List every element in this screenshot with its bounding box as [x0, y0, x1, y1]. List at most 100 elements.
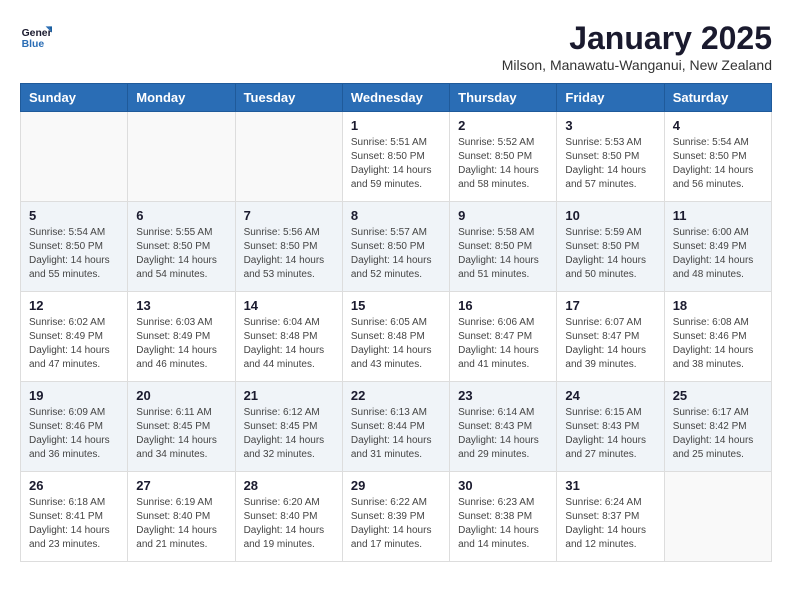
calendar-cell: 4 Sunrise: 5:54 AM Sunset: 8:50 PM Daylig… [664, 112, 771, 202]
day-number: 6 [136, 208, 226, 223]
calendar-cell: 19 Sunrise: 6:09 AM Sunset: 8:46 PM Dayli… [21, 382, 128, 472]
logo: General Blue [20, 20, 52, 52]
weekday-header-saturday: Saturday [664, 84, 771, 112]
calendar-cell: 17 Sunrise: 6:07 AM Sunset: 8:47 PM Dayli… [557, 292, 664, 382]
day-info: Sunrise: 5:51 AM Sunset: 8:50 PM Dayligh… [351, 136, 441, 192]
calendar-cell: 15 Sunrise: 6:05 AM Sunset: 8:48 PM Dayli… [342, 292, 449, 382]
location-subtitle: Milson, Manawatu-Wanganui, New Zealand [502, 57, 772, 73]
day-info: Sunrise: 5:53 AM Sunset: 8:50 PM Dayligh… [565, 136, 655, 192]
day-info: Sunrise: 5:54 AM Sunset: 8:50 PM Dayligh… [29, 226, 119, 282]
day-info: Sunrise: 6:07 AM Sunset: 8:47 PM Dayligh… [565, 316, 655, 372]
day-number: 1 [351, 118, 441, 133]
day-info: Sunrise: 6:24 AM Sunset: 8:37 PM Dayligh… [565, 496, 655, 552]
calendar-cell: 12 Sunrise: 6:02 AM Sunset: 8:49 PM Dayli… [21, 292, 128, 382]
calendar-cell: 13 Sunrise: 6:03 AM Sunset: 8:49 PM Dayli… [128, 292, 235, 382]
calendar-week-row: 26 Sunrise: 6:18 AM Sunset: 8:41 PM Dayli… [21, 472, 772, 562]
day-number: 2 [458, 118, 548, 133]
day-number: 24 [565, 388, 655, 403]
day-info: Sunrise: 5:56 AM Sunset: 8:50 PM Dayligh… [244, 226, 334, 282]
calendar-cell: 30Sunrise: 6:23 AM Sunset: 8:38 PM Dayli… [450, 472, 557, 562]
day-info: Sunrise: 5:54 AM Sunset: 8:50 PM Dayligh… [673, 136, 763, 192]
page-header: General Blue January 2025 Milson, Manawa… [20, 20, 772, 73]
day-info: Sunrise: 6:19 AM Sunset: 8:40 PM Dayligh… [136, 496, 226, 552]
day-info: Sunrise: 5:52 AM Sunset: 8:50 PM Dayligh… [458, 136, 548, 192]
day-number: 28 [244, 478, 334, 493]
weekday-header-wednesday: Wednesday [342, 84, 449, 112]
day-number: 5 [29, 208, 119, 223]
day-info: Sunrise: 6:17 AM Sunset: 8:42 PM Dayligh… [673, 406, 763, 462]
day-number: 16 [458, 298, 548, 313]
calendar-cell: 22 Sunrise: 6:13 AM Sunset: 8:44 PM Dayli… [342, 382, 449, 472]
logo-icon: General Blue [20, 20, 52, 52]
weekday-header-friday: Friday [557, 84, 664, 112]
day-number: 29 [351, 478, 441, 493]
calendar-cell [21, 112, 128, 202]
calendar-cell: 26 Sunrise: 6:18 AM Sunset: 8:41 PM Dayli… [21, 472, 128, 562]
calendar-week-row: 1 Sunrise: 5:51 AM Sunset: 8:50 PM Daylig… [21, 112, 772, 202]
day-number: 20 [136, 388, 226, 403]
calendar-cell: 14 Sunrise: 6:04 AM Sunset: 8:48 PM Dayli… [235, 292, 342, 382]
day-info: Sunrise: 6:20 AM Sunset: 8:40 PM Dayligh… [244, 496, 334, 552]
calendar-cell: 24 Sunrise: 6:15 AM Sunset: 8:43 PM Dayli… [557, 382, 664, 472]
calendar-table: SundayMondayTuesdayWednesdayThursdayFrid… [20, 83, 772, 562]
day-number: 26 [29, 478, 119, 493]
day-number: 31 [565, 478, 655, 493]
day-number: 19 [29, 388, 119, 403]
day-number: 15 [351, 298, 441, 313]
day-number: 18 [673, 298, 763, 313]
calendar-cell: 1 Sunrise: 5:51 AM Sunset: 8:50 PM Daylig… [342, 112, 449, 202]
day-number: 17 [565, 298, 655, 313]
calendar-cell: 2 Sunrise: 5:52 AM Sunset: 8:50 PM Daylig… [450, 112, 557, 202]
day-number: 27 [136, 478, 226, 493]
title-block: January 2025 Milson, Manawatu-Wanganui, … [502, 20, 772, 73]
calendar-cell [128, 112, 235, 202]
day-info: Sunrise: 6:09 AM Sunset: 8:46 PM Dayligh… [29, 406, 119, 462]
calendar-cell: 23Sunrise: 6:14 AM Sunset: 8:43 PM Dayli… [450, 382, 557, 472]
day-info: Sunrise: 5:57 AM Sunset: 8:50 PM Dayligh… [351, 226, 441, 282]
day-info: Sunrise: 6:00 AM Sunset: 8:49 PM Dayligh… [673, 226, 763, 282]
day-info: Sunrise: 6:06 AM Sunset: 8:47 PM Dayligh… [458, 316, 548, 372]
svg-text:General: General [22, 28, 52, 39]
calendar-cell: 25Sunrise: 6:17 AM Sunset: 8:42 PM Dayli… [664, 382, 771, 472]
day-number: 8 [351, 208, 441, 223]
calendar-cell: 6 Sunrise: 5:55 AM Sunset: 8:50 PM Daylig… [128, 202, 235, 292]
day-number: 10 [565, 208, 655, 223]
day-info: Sunrise: 5:55 AM Sunset: 8:50 PM Dayligh… [136, 226, 226, 282]
calendar-cell: 28 Sunrise: 6:20 AM Sunset: 8:40 PM Dayli… [235, 472, 342, 562]
weekday-header-thursday: Thursday [450, 84, 557, 112]
calendar-week-row: 5 Sunrise: 5:54 AM Sunset: 8:50 PM Daylig… [21, 202, 772, 292]
calendar-cell: 9 Sunrise: 5:58 AM Sunset: 8:50 PM Daylig… [450, 202, 557, 292]
day-info: Sunrise: 6:05 AM Sunset: 8:48 PM Dayligh… [351, 316, 441, 372]
day-number: 14 [244, 298, 334, 313]
svg-text:Blue: Blue [22, 39, 45, 50]
day-info: Sunrise: 6:12 AM Sunset: 8:45 PM Dayligh… [244, 406, 334, 462]
day-number: 9 [458, 208, 548, 223]
calendar-cell: 16 Sunrise: 6:06 AM Sunset: 8:47 PM Dayli… [450, 292, 557, 382]
calendar-week-row: 19 Sunrise: 6:09 AM Sunset: 8:46 PM Dayli… [21, 382, 772, 472]
day-info: Sunrise: 6:15 AM Sunset: 8:43 PM Dayligh… [565, 406, 655, 462]
day-number: 7 [244, 208, 334, 223]
day-number: 12 [29, 298, 119, 313]
calendar-cell: 3Sunrise: 5:53 AM Sunset: 8:50 PM Daylig… [557, 112, 664, 202]
month-title: January 2025 [502, 20, 772, 57]
day-info: Sunrise: 6:22 AM Sunset: 8:39 PM Dayligh… [351, 496, 441, 552]
day-info: Sunrise: 6:18 AM Sunset: 8:41 PM Dayligh… [29, 496, 119, 552]
day-number: 23 [458, 388, 548, 403]
day-info: Sunrise: 6:11 AM Sunset: 8:45 PM Dayligh… [136, 406, 226, 462]
calendar-cell: 10Sunrise: 5:59 AM Sunset: 8:50 PM Dayli… [557, 202, 664, 292]
calendar-cell: 8 Sunrise: 5:57 AM Sunset: 8:50 PM Daylig… [342, 202, 449, 292]
day-info: Sunrise: 6:02 AM Sunset: 8:49 PM Dayligh… [29, 316, 119, 372]
day-number: 21 [244, 388, 334, 403]
day-number: 13 [136, 298, 226, 313]
day-info: Sunrise: 5:58 AM Sunset: 8:50 PM Dayligh… [458, 226, 548, 282]
day-info: Sunrise: 6:04 AM Sunset: 8:48 PM Dayligh… [244, 316, 334, 372]
weekday-header-sunday: Sunday [21, 84, 128, 112]
day-info: Sunrise: 6:03 AM Sunset: 8:49 PM Dayligh… [136, 316, 226, 372]
day-number: 4 [673, 118, 763, 133]
day-number: 22 [351, 388, 441, 403]
calendar-cell: 27 Sunrise: 6:19 AM Sunset: 8:40 PM Dayli… [128, 472, 235, 562]
calendar-cell: 7 Sunrise: 5:56 AM Sunset: 8:50 PM Daylig… [235, 202, 342, 292]
day-info: Sunrise: 6:13 AM Sunset: 8:44 PM Dayligh… [351, 406, 441, 462]
weekday-header-tuesday: Tuesday [235, 84, 342, 112]
day-number: 11 [673, 208, 763, 223]
